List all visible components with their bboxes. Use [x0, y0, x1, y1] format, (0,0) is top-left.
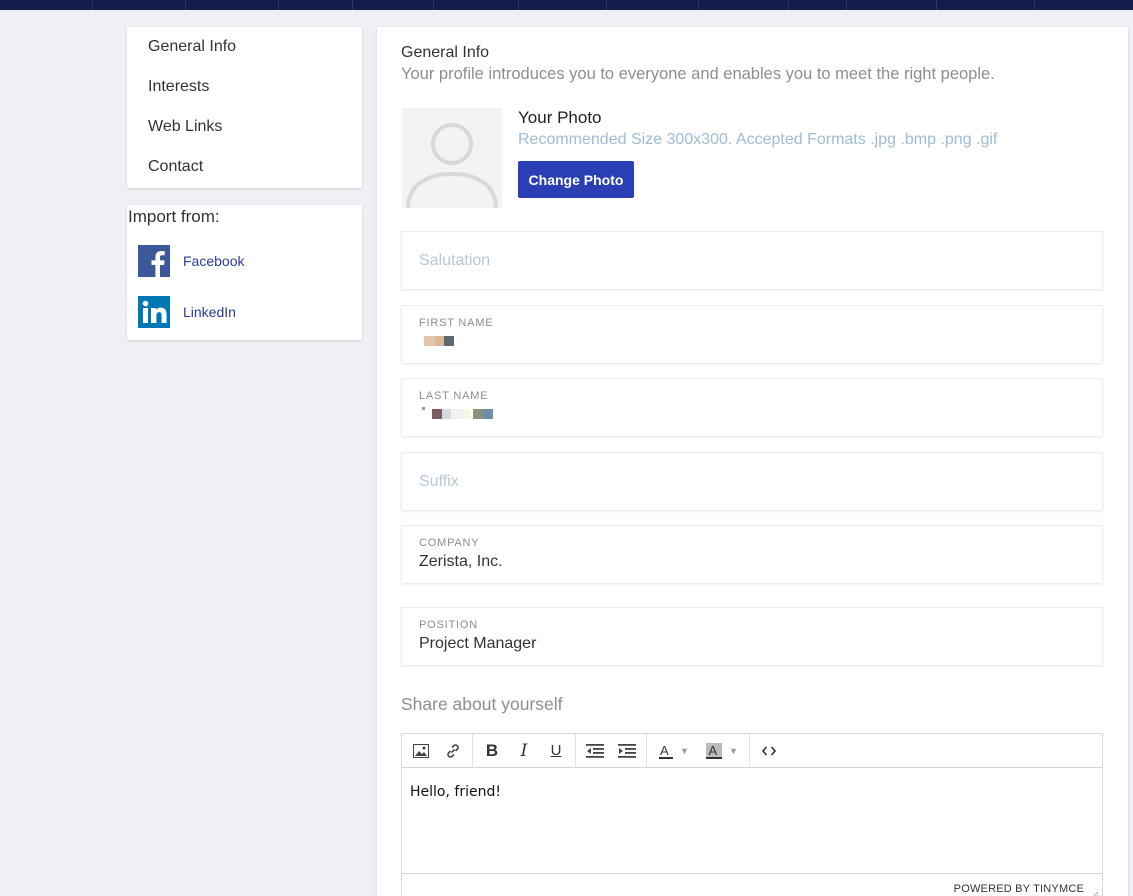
outdent-button[interactable] [579, 737, 611, 765]
import-panel: Import from: Facebook LinkedIn [127, 205, 362, 340]
first-name-label: FIRST NAME [419, 317, 494, 329]
last-name-field[interactable]: LAST NAME [401, 378, 1103, 437]
sidebar-item-general-info[interactable]: General Info [127, 35, 362, 75]
bold-button[interactable]: B [476, 737, 508, 765]
user-placeholder-icon [406, 123, 498, 208]
rich-text-editor: B I U A ▼ A ▼ Hello, friend! POWERED BY … [401, 733, 1103, 896]
image-icon [413, 743, 429, 758]
import-facebook-link[interactable]: Facebook [138, 245, 244, 277]
editor-content[interactable]: Hello, friend! [410, 784, 501, 800]
suffix-field[interactable]: Suffix [401, 452, 1103, 511]
toolbar-group-format: B I U [473, 733, 576, 768]
toolbar-group-insert [402, 733, 473, 768]
toolbar-group-indent [576, 733, 647, 768]
insert-image-button[interactable] [405, 737, 437, 765]
page-title: General Info [401, 44, 490, 61]
import-linkedin-label: LinkedIn [183, 304, 236, 320]
text-color-icon: A [659, 743, 674, 759]
background-color-icon: A [706, 742, 723, 759]
code-icon [762, 745, 776, 756]
underline-icon: U [550, 742, 562, 759]
svg-text:A: A [660, 743, 669, 758]
sidebar-nav: General Info Interests Web Links Contact [127, 27, 362, 188]
indent-button[interactable] [611, 737, 643, 765]
link-icon [447, 743, 459, 758]
facebook-icon [138, 245, 170, 277]
photo-hint: Recommended Size 300x300. Accepted Forma… [518, 131, 998, 148]
italic-icon: I [520, 740, 528, 761]
editor-toolbar: B I U A ▼ A ▼ [402, 733, 1102, 768]
profile-form-card: General Info Your profile introduces you… [377, 27, 1128, 896]
salutation-placeholder: Salutation [419, 252, 491, 269]
import-linkedin-link[interactable]: LinkedIn [138, 296, 236, 328]
indent-icon [618, 743, 636, 758]
source-code-button[interactable] [753, 737, 785, 765]
powered-by-label: POWERED BY TINYMCE [953, 883, 1084, 895]
share-about-label: Share about yourself [401, 694, 563, 714]
svg-text:A: A [709, 743, 718, 758]
page-subtitle: Your profile introduces you to everyone … [401, 65, 995, 83]
company-field[interactable]: COMPANY Zerista, Inc. [401, 525, 1103, 584]
sidebar-item-contact[interactable]: Contact [127, 155, 362, 195]
chevron-down-icon: ▼ [729, 745, 738, 756]
avatar [402, 108, 502, 208]
text-color-button[interactable]: A ▼ [650, 737, 698, 765]
editor-statusbar: POWERED BY TINYMCE [402, 873, 1102, 896]
last-name-label: LAST NAME [419, 390, 489, 402]
import-title: Import from: [128, 207, 220, 226]
linkedin-icon [138, 296, 170, 328]
outdent-icon [586, 743, 604, 758]
top-bar [0, 0, 1133, 10]
photo-label: Your Photo [518, 108, 602, 127]
position-label: POSITION [419, 619, 478, 631]
company-value: Zerista, Inc. [419, 553, 503, 570]
position-field[interactable]: POSITION Project Manager [401, 607, 1103, 666]
italic-button[interactable]: I [508, 737, 540, 765]
sidebar-item-interests[interactable]: Interests [127, 75, 362, 115]
suffix-placeholder: Suffix [419, 473, 459, 490]
background-color-button[interactable]: A ▼ [698, 737, 746, 765]
company-label: COMPANY [419, 537, 480, 549]
salutation-field[interactable]: Salutation [401, 231, 1103, 290]
toolbar-group-color: A ▼ A ▼ [647, 733, 750, 768]
toolbar-group-code [750, 734, 788, 768]
bold-icon: B [485, 740, 499, 760]
import-facebook-label: Facebook [183, 253, 245, 269]
insert-link-button[interactable] [437, 737, 469, 765]
resize-handle-icon[interactable] [1091, 891, 1099, 896]
sidebar-item-web-links[interactable]: Web Links [127, 115, 362, 155]
underline-button[interactable]: U [540, 737, 572, 765]
chevron-down-icon: ▼ [680, 745, 689, 756]
change-photo-button[interactable]: Change Photo [518, 161, 634, 198]
first-name-field[interactable]: FIRST NAME [401, 305, 1103, 364]
position-value: Project Manager [419, 635, 537, 652]
